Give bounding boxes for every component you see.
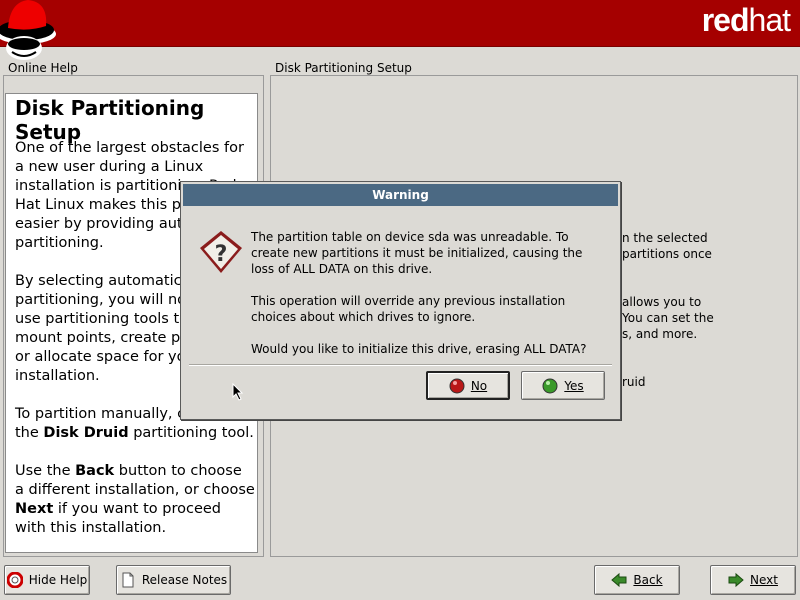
partially-hidden-text: allows you to: [622, 295, 702, 309]
dialog-message-2: This operation will override any previou…: [251, 294, 566, 324]
shadowman-logo-icon: [0, 0, 56, 60]
arrow-right-icon: [728, 572, 744, 588]
header-banner: redhat: [0, 0, 800, 60]
release-notes-button[interactable]: Release Notes: [116, 565, 231, 595]
partially-hidden-text: ruid: [622, 375, 646, 389]
dialog-title-bar[interactable]: Warning: [183, 184, 618, 206]
partially-hidden-text: You can set the: [622, 311, 714, 325]
partially-hidden-text: partitions once: [622, 247, 712, 261]
hide-help-button[interactable]: Hide Help: [4, 565, 90, 595]
svg-text:?: ?: [215, 242, 228, 267]
mouse-pointer-icon: [232, 383, 244, 401]
help-paragraph-4: Use the Back button to choose a differen…: [15, 463, 255, 536]
help-frame-title: Online Help: [6, 61, 80, 75]
back-button[interactable]: Back: [594, 565, 680, 595]
partitioning-frame-title: Disk Partitioning Setup: [273, 61, 414, 75]
partially-hidden-text: n the selected: [622, 231, 708, 245]
arrow-left-icon: [611, 572, 627, 588]
yes-button[interactable]: Yes: [521, 371, 605, 400]
help-heading: Disk Partitioning Setup: [15, 96, 205, 144]
red-circle-icon: [449, 378, 465, 394]
document-icon: [120, 572, 136, 588]
no-button[interactable]: No: [426, 371, 510, 400]
question-warning-icon: ?: [200, 231, 242, 273]
next-button[interactable]: Next: [710, 565, 796, 595]
warning-dialog: Warning ? The partition table on device …: [180, 181, 621, 420]
green-circle-icon: [542, 378, 558, 394]
lifebuoy-icon: [6, 571, 24, 589]
dialog-separator: [189, 364, 612, 366]
partially-hidden-text: s, and more.: [622, 327, 698, 341]
redhat-brand-logo: redhat: [701, 2, 791, 38]
dialog-message-3: Would you like to initialize this drive,…: [251, 342, 587, 356]
dialog-message-1: The partition table on device sda was un…: [251, 230, 583, 276]
